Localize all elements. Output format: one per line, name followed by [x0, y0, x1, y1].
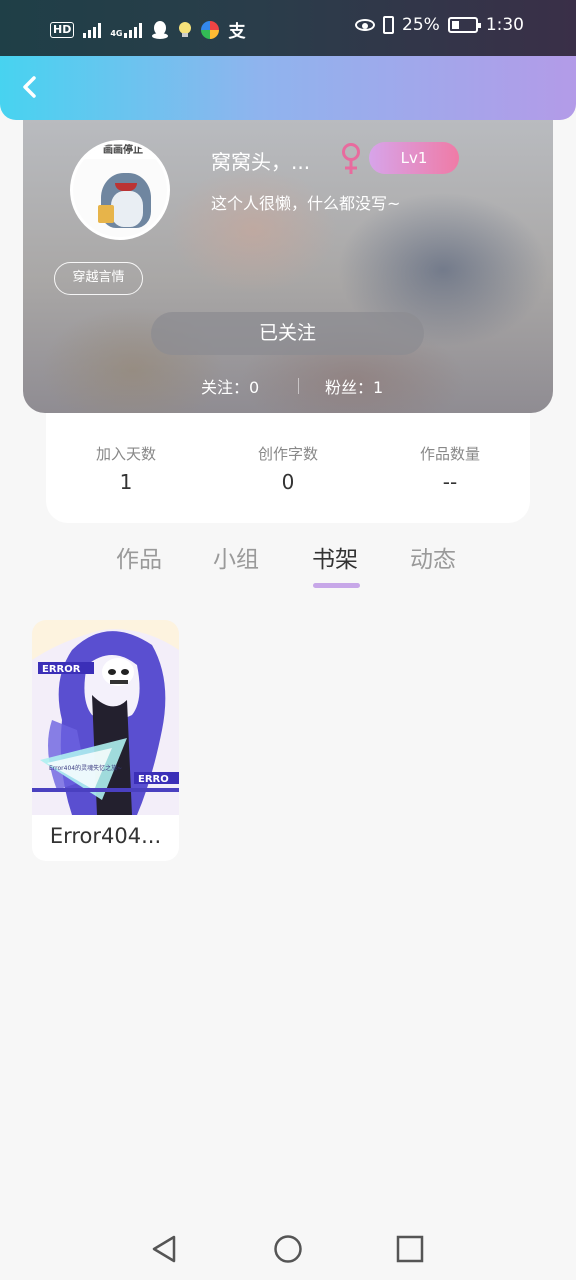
circle-home-icon: [274, 1235, 302, 1263]
square-recents-icon: [396, 1235, 424, 1263]
divider: [298, 378, 299, 394]
tab-activity[interactable]: 动态: [410, 540, 456, 574]
follow-button[interactable]: 已关注: [151, 312, 424, 355]
username: 窝窝头，...: [211, 150, 311, 174]
bio: 这个人很懒，什么都没写~: [211, 194, 401, 213]
profile-card: 画画停止 穿越言情 窝窝头，... Lv1 这个人很懒，什么都没写~ 已关注 关…: [23, 120, 553, 413]
stat-label: 创作字数: [257, 445, 318, 463]
hd-icon: HD: [50, 21, 75, 38]
tab-bar: 作品 小组 书架 动态: [0, 538, 576, 594]
stat-value: 1: [119, 470, 133, 494]
status-bar: HD 4G 支 25% 1:30: [0, 0, 576, 56]
level-badge: Lv1: [369, 142, 459, 174]
status-icons-left: HD 4G 支: [50, 17, 245, 42]
qq-icon: [152, 20, 169, 39]
stat-value: 0: [281, 470, 295, 494]
stat-value: --: [442, 470, 458, 494]
fans-count[interactable]: 粉丝：1: [325, 374, 383, 398]
stats-card: 加入天数 1 创作字数 0 作品数量 --: [46, 413, 530, 523]
triangle-back-icon: [152, 1235, 176, 1263]
4g-icon: 4G: [110, 28, 123, 38]
clock: 1:30: [485, 15, 524, 35]
tab-indicator: [313, 583, 360, 588]
vibrate-icon: [383, 16, 395, 34]
tab-works[interactable]: 作品: [116, 540, 162, 574]
avatar[interactable]: 画画停止: [70, 140, 170, 240]
tab-bookshelf[interactable]: 书架: [312, 540, 358, 574]
stat-label: 加入天数: [95, 445, 156, 463]
nav-recents-button[interactable]: [393, 1232, 427, 1266]
battery-icon: [447, 17, 481, 33]
book-title: Error404...: [49, 824, 162, 848]
book-card[interactable]: ERROR ERRO Error404的灵魂失忆之旅~ Error404...: [32, 620, 179, 861]
cover-caption: Error404的灵魂失忆之旅~: [49, 764, 122, 772]
cover-badge-right: ERRO: [138, 774, 169, 785]
chevron-left-icon: [23, 76, 36, 98]
cover-badge-left: ERROR: [42, 664, 81, 675]
signal-icon: [83, 22, 102, 38]
tab-groups[interactable]: 小组: [213, 540, 259, 574]
nav-back-button[interactable]: [148, 1232, 182, 1266]
eye-icon: [355, 19, 376, 31]
stat-word-count: 创作字数 0: [208, 443, 368, 494]
nav-home-button[interactable]: [271, 1232, 305, 1266]
tag-chip[interactable]: 穿越言情: [54, 262, 143, 295]
system-nav-bar: [0, 1218, 576, 1280]
header: [0, 56, 576, 120]
color-app-icon: [201, 20, 220, 39]
signal-icon: [124, 22, 143, 38]
battery-percent: 25%: [402, 15, 440, 35]
stat-join-days: 加入天数 1: [46, 443, 206, 494]
stat-label: 作品数量: [419, 445, 480, 463]
bulb-icon: [179, 21, 192, 37]
status-icons-right: 25% 1:30: [355, 15, 524, 35]
female-icon: [342, 143, 360, 174]
alipay-icon: 支: [228, 22, 246, 42]
back-button[interactable]: [14, 70, 48, 104]
following-count[interactable]: 关注：0: [201, 374, 259, 398]
avatar-banner-text: 画画停止: [83, 143, 163, 159]
stat-works-count: 作品数量 --: [370, 443, 530, 494]
book-cover-image[interactable]: ERROR ERRO Error404的灵魂失忆之旅~: [32, 620, 179, 815]
follow-counts: 关注：0 粉丝：1: [23, 374, 553, 398]
